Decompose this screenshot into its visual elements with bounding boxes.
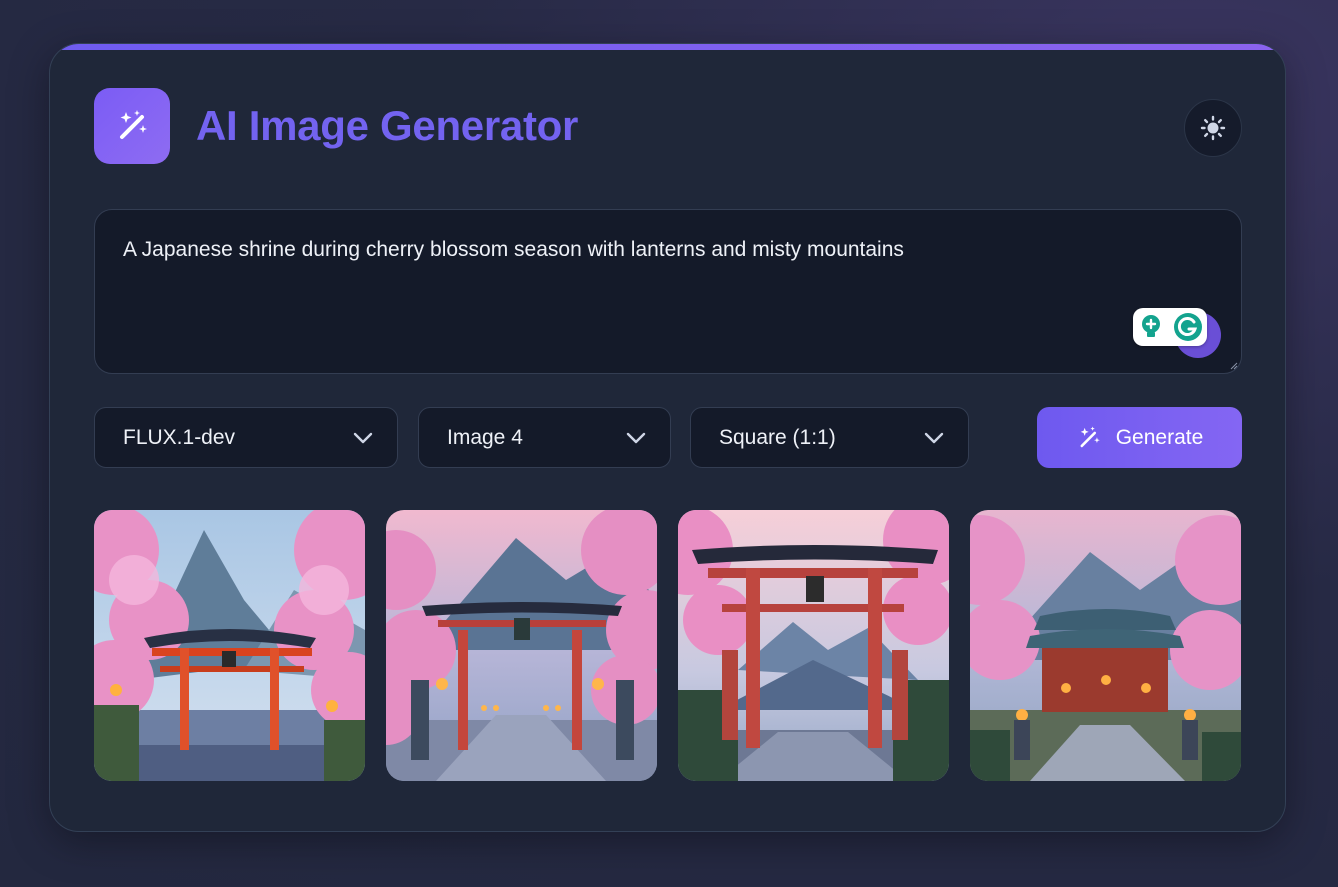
generated-image-4[interactable] [970, 510, 1241, 781]
chevron-down-icon [924, 432, 944, 443]
generator-card: AI Image Generator A Japanese shrine dur… [49, 43, 1286, 832]
prompt-input[interactable]: A Japanese shrine during cherry blossom … [94, 209, 1242, 374]
aspect-ratio-select[interactable]: Square (1:1) [690, 407, 969, 468]
theme-toggle-button[interactable] [1184, 99, 1242, 157]
image-count-select[interactable]: Image 4 [418, 407, 671, 468]
prompt-text[interactable]: A Japanese shrine during cherry blossom … [123, 236, 1213, 264]
generated-image-3[interactable] [678, 510, 949, 781]
image-count-select-value: Image 4 [447, 425, 523, 449]
grammarly-pill[interactable] [1133, 308, 1207, 346]
card-accent-bar [50, 44, 1285, 50]
chevron-down-icon [626, 432, 646, 443]
magic-wand-icon [1080, 425, 1100, 447]
magic-wand-icon [120, 110, 147, 139]
sun-icon [1200, 115, 1226, 141]
model-select[interactable]: FLUX.1-dev [94, 407, 398, 468]
grammarly-icon [1173, 313, 1202, 341]
lightbulb-icon [1141, 315, 1160, 337]
model-select-value: FLUX.1-dev [123, 425, 236, 449]
app-title: AI Image Generator [196, 102, 579, 149]
generate-button-label: Generate [1115, 425, 1204, 449]
generated-image-2[interactable] [386, 510, 657, 781]
grammarly-widget[interactable] [1133, 308, 1221, 358]
app-logo [94, 88, 170, 164]
chevron-down-icon [353, 432, 373, 443]
generate-button[interactable]: Generate [1037, 407, 1242, 468]
aspect-ratio-select-value: Square (1:1) [719, 425, 836, 449]
generated-image-1[interactable] [94, 510, 365, 781]
resize-handle-icon[interactable] [1230, 362, 1238, 370]
image-gallery [94, 510, 1242, 781]
